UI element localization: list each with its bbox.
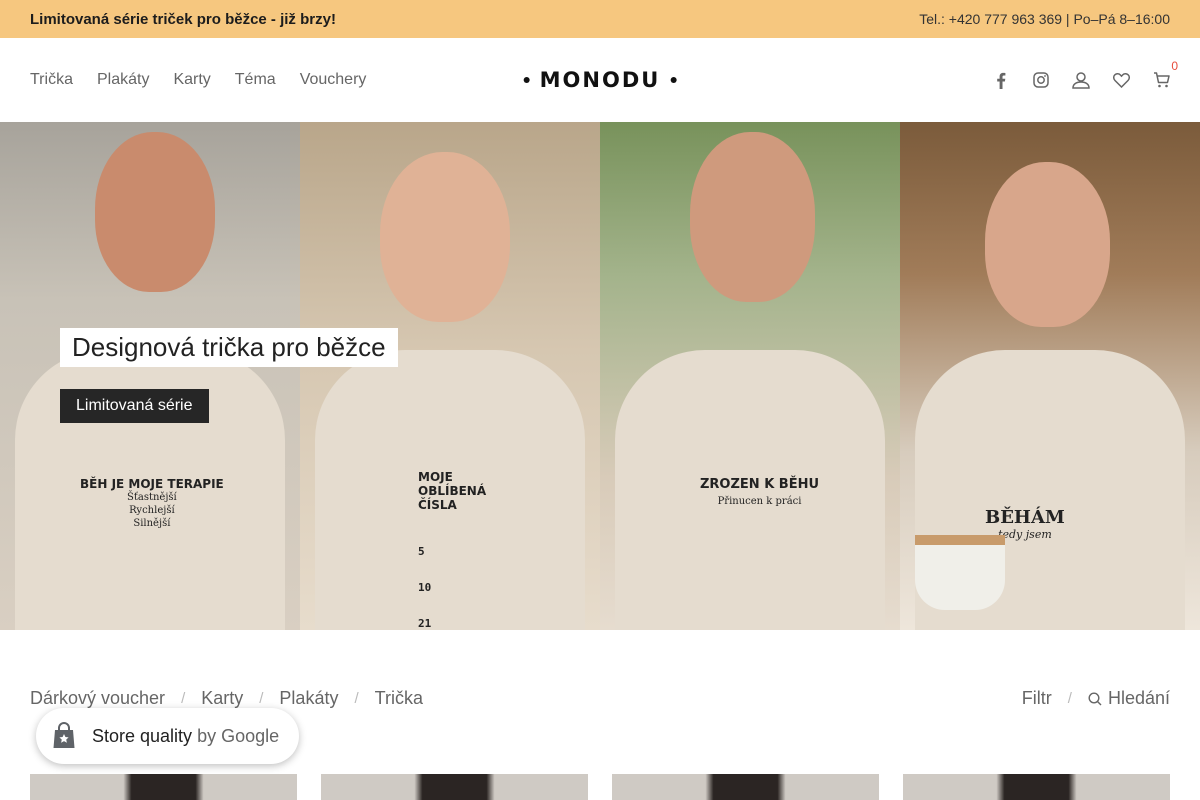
product-card[interactable] bbox=[30, 774, 297, 800]
instagram-icon[interactable] bbox=[1032, 71, 1050, 89]
search-button[interactable]: Hledání bbox=[1088, 688, 1170, 709]
shirt-print-3: ZROZEN K BĚHU Přinucen k práci bbox=[700, 477, 819, 507]
category-link-karty[interactable]: Karty bbox=[201, 688, 243, 709]
nav-item-tema[interactable]: Téma bbox=[235, 71, 276, 89]
product-card[interactable] bbox=[612, 774, 879, 800]
category-link-plakaty[interactable]: Plakáty bbox=[279, 688, 338, 709]
category-links: Dárkový voucher / Karty / Plakáty / Trič… bbox=[30, 688, 423, 709]
person-head bbox=[380, 152, 510, 322]
separator: / bbox=[259, 690, 264, 707]
separator: / bbox=[1067, 690, 1072, 707]
header-icons: 0 bbox=[992, 59, 1178, 89]
shopping-bag-icon bbox=[50, 722, 78, 750]
product-card[interactable] bbox=[903, 774, 1170, 800]
hero-title: Designová trička pro běžce bbox=[60, 328, 398, 367]
person-head bbox=[95, 132, 215, 292]
product-card[interactable] bbox=[321, 774, 588, 800]
badge-label: Store quality bbox=[92, 725, 193, 746]
shirt-print-1-line: Šťastnější bbox=[126, 492, 177, 503]
shirt-print-3-main: ZROZEN K BĚHU bbox=[700, 477, 820, 492]
cart-count-badge: 0 bbox=[1171, 59, 1178, 73]
google-store-quality-badge[interactable]: Store quality by Google bbox=[36, 708, 299, 764]
nav-item-tricka[interactable]: Trička bbox=[30, 71, 73, 89]
site-header: Trička Plakáty Karty Téma Vouchery MONOD… bbox=[0, 38, 1200, 122]
shirt-print-1-main: BĚH JE MOJE TERAPIE bbox=[80, 477, 224, 491]
logo-text: MONODU bbox=[539, 68, 661, 92]
person-head bbox=[985, 162, 1110, 327]
shirt-print-1: BĚH JE MOJE TERAPIE Šťastnější Rychlejší… bbox=[80, 477, 224, 530]
category-link-tricka[interactable]: Trička bbox=[375, 688, 423, 709]
nav-item-vouchery[interactable]: Vouchery bbox=[300, 71, 367, 89]
shirt-print-3-sub: Přinucen k práci bbox=[717, 496, 802, 507]
user-icon[interactable] bbox=[1072, 71, 1090, 89]
person-head bbox=[690, 132, 815, 302]
main-nav: Trička Plakáty Karty Téma Vouchery bbox=[30, 71, 366, 89]
filter-button[interactable]: Filtr bbox=[1022, 688, 1052, 709]
coffee-cup bbox=[915, 535, 1005, 610]
shirt-print-1-line: Rychlejší bbox=[129, 505, 175, 516]
separator: / bbox=[181, 690, 186, 707]
cart-button[interactable]: 0 bbox=[1152, 59, 1178, 89]
hero-photo-1: BĚH JE MOJE TERAPIE Šťastnější Rychlejší… bbox=[0, 122, 300, 630]
logo-dot-right bbox=[670, 77, 677, 83]
filter-tools: Filtr / Hledání bbox=[1022, 688, 1170, 709]
separator: / bbox=[354, 690, 359, 707]
nav-item-plakaty[interactable]: Plakáty bbox=[97, 71, 149, 89]
nav-item-karty[interactable]: Karty bbox=[173, 71, 210, 89]
shirt-print-2-numbers: 5 10 21 bbox=[418, 534, 431, 630]
hero-photo-2: MOJE OBLÍBENÁ ČÍSLA 5 10 21 bbox=[300, 122, 600, 630]
contact-info: Tel.: +420 777 963 369 | Po–Pá 8–16:00 bbox=[919, 11, 1170, 27]
limited-series-button[interactable]: Limitovaná série bbox=[60, 389, 209, 423]
promo-text: Limitovaná série triček pro běžce - již … bbox=[30, 10, 336, 28]
shirt-print-2: MOJE OBLÍBENÁ ČÍSLA bbox=[418, 470, 487, 512]
search-icon bbox=[1088, 691, 1102, 705]
heart-icon[interactable] bbox=[1112, 71, 1130, 89]
cart-icon bbox=[1153, 72, 1170, 88]
shirt-print-1-line: Silnější bbox=[133, 518, 171, 529]
logo-dot-left bbox=[523, 77, 530, 83]
badge-by: by Google bbox=[197, 725, 280, 746]
shirt-print-4-main: BĚHÁM bbox=[985, 507, 1065, 528]
shirt-number: 5 bbox=[418, 545, 425, 558]
search-label: Hledání bbox=[1107, 688, 1170, 708]
hero-banner: BĚH JE MOJE TERAPIE Šťastnější Rychlejší… bbox=[0, 122, 1200, 630]
product-grid bbox=[30, 774, 1170, 800]
shirt-number: 10 bbox=[418, 581, 432, 594]
site-logo[interactable]: MONODU bbox=[523, 68, 677, 92]
facebook-icon[interactable] bbox=[992, 71, 1010, 89]
hero-photo-3: ZROZEN K BĚHU Přinucen k práci bbox=[600, 122, 900, 630]
hero-photo-4: BĚHÁM tedy jsem bbox=[900, 122, 1200, 630]
category-link-voucher[interactable]: Dárkový voucher bbox=[30, 688, 165, 709]
announcement-bar: Limitovaná série triček pro běžce - již … bbox=[0, 0, 1200, 38]
badge-text: Store quality by Google bbox=[92, 726, 279, 747]
category-filter-bar: Dárkový voucher / Karty / Plakáty / Trič… bbox=[30, 688, 1170, 709]
shirt-number: 21 bbox=[418, 617, 432, 630]
